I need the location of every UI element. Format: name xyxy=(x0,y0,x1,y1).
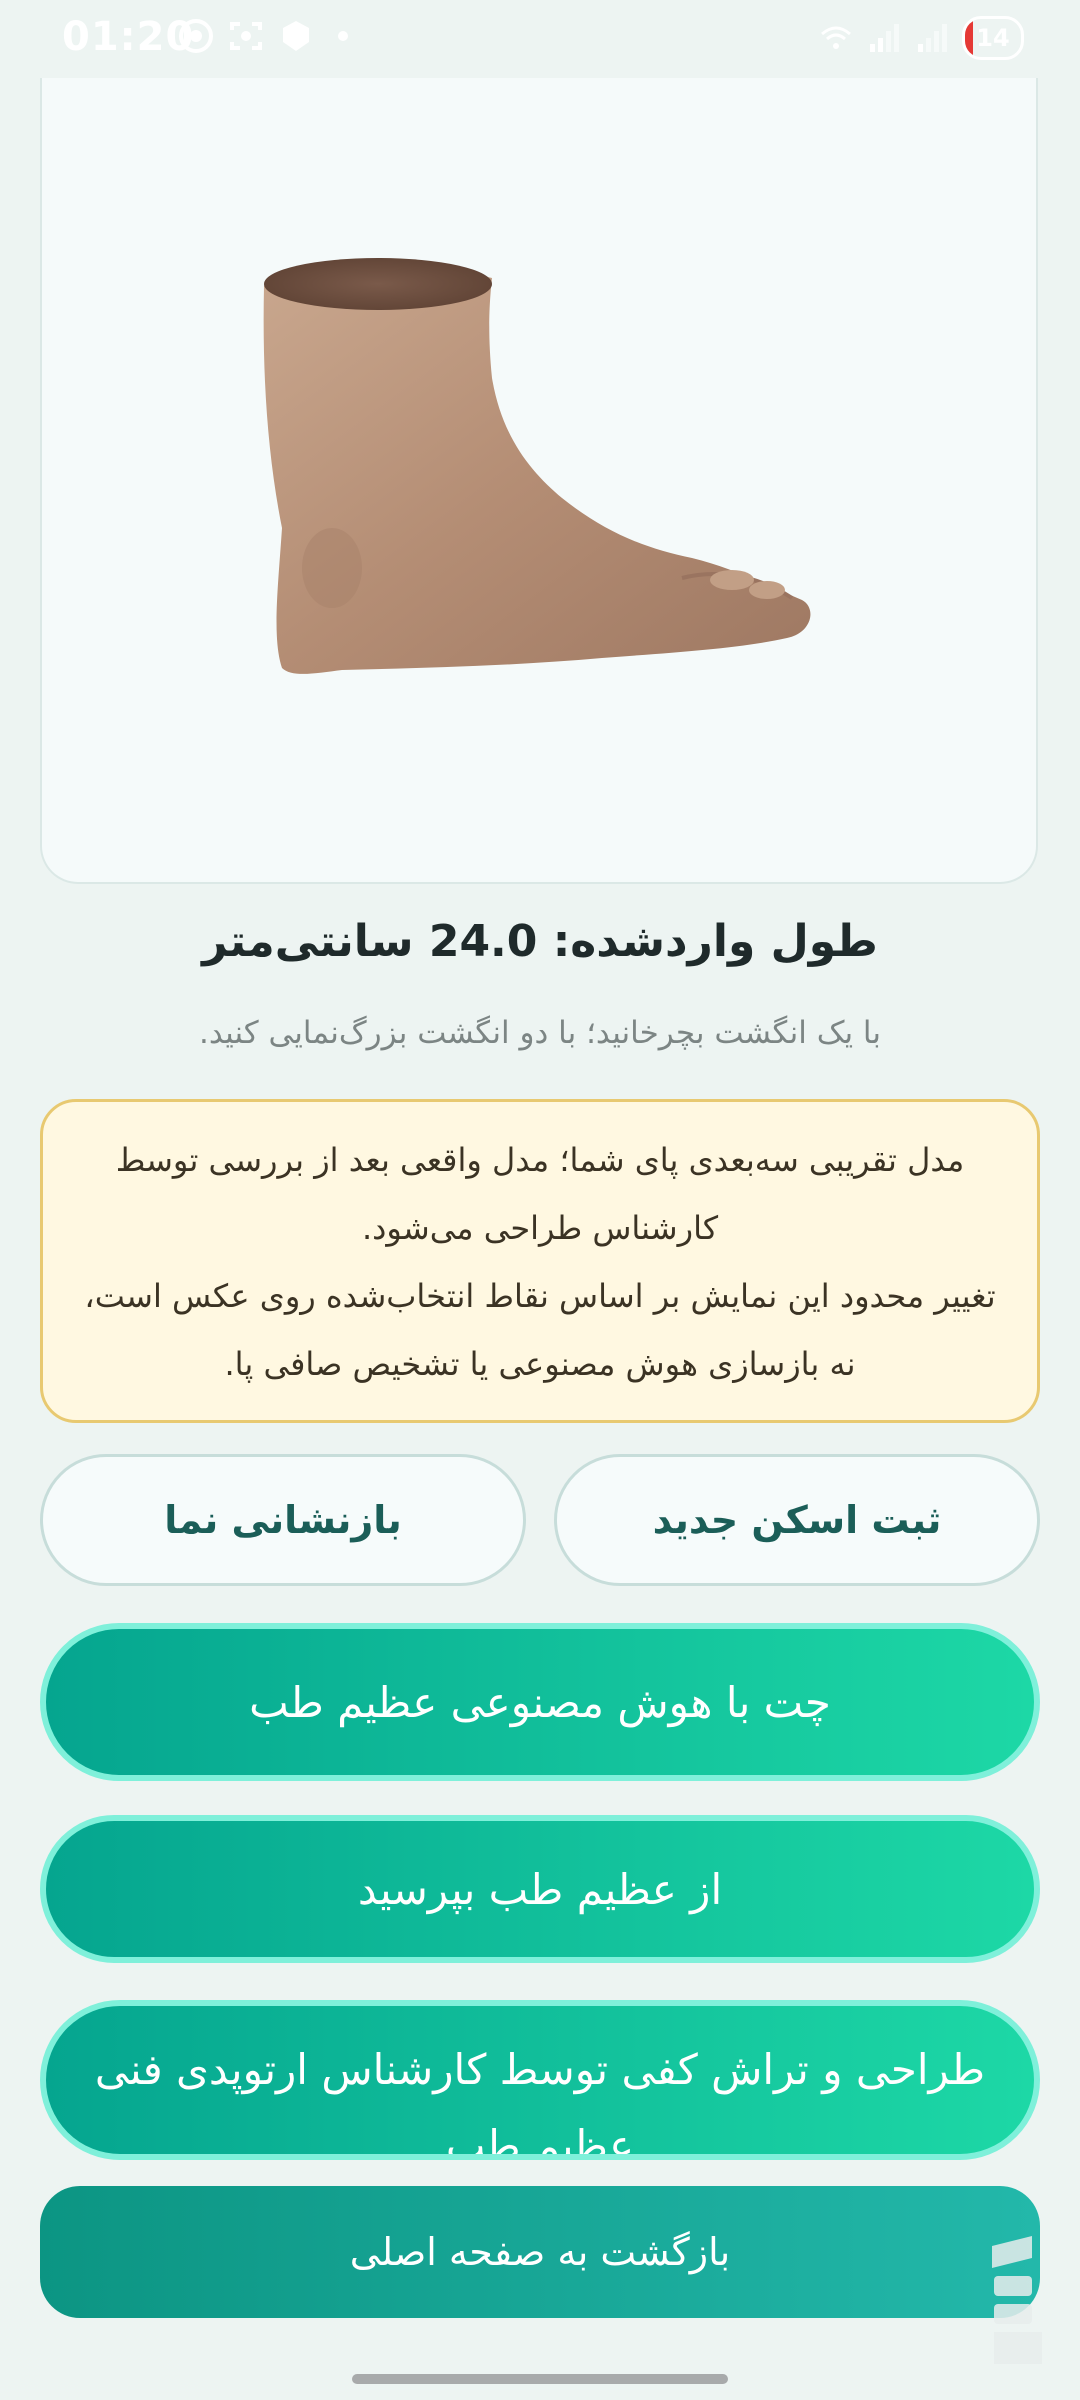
status-time: 01:20 xyxy=(62,14,195,60)
status-bar: 01:20 14 xyxy=(0,0,1080,78)
status-icons-left xyxy=(178,18,348,54)
notification-dot-icon xyxy=(338,31,348,41)
approximation-notice: مدل تقریبی سه‌بعدی پای شما؛ مدل واقعی بع… xyxy=(40,1099,1040,1423)
bazaar-logo-icon xyxy=(992,2236,1042,2364)
screenshot-icon xyxy=(230,22,262,50)
chat-ai-button[interactable]: چت با هوش مصنوعی عظیم طب xyxy=(40,1623,1040,1781)
battery-icon: 14 xyxy=(962,16,1024,60)
signal-icon xyxy=(870,24,899,52)
insole-design-button[interactable]: طراحی و تراش کفی توسط کارشناس ارتوپدی فن… xyxy=(40,2000,1040,2160)
battery-level: 14 xyxy=(976,24,1010,52)
shield-icon xyxy=(283,21,309,51)
notice-line-2: تغییر محدود این نمایش بر اساس نقاط انتخا… xyxy=(84,1277,996,1383)
signal-2-icon xyxy=(918,24,947,52)
rotate-zoom-hint: با یک انگشت بچرخانید؛ با دو انگشت بزرگ‌ن… xyxy=(199,1015,881,1051)
foot-model-viewer[interactable] xyxy=(40,78,1038,884)
entered-length-title: طول واردشده: 24.0 سانتی‌متر xyxy=(202,916,878,967)
status-icons-right: 14 xyxy=(818,16,1024,60)
reset-view-button[interactable]: بازنشانی نما xyxy=(40,1454,526,1586)
ask-azim-teb-button[interactable]: از عظیم طب بپرسید xyxy=(40,1815,1040,1963)
back-to-home-button[interactable]: بازگشت به صفحه اصلی xyxy=(40,2186,1040,2318)
wifi-icon xyxy=(821,26,851,49)
home-indicator[interactable] xyxy=(352,2374,728,2384)
chrome-icon xyxy=(179,19,213,53)
foot-model-icon xyxy=(263,258,811,674)
notice-line-1: مدل تقریبی سه‌بعدی پای شما؛ مدل واقعی بع… xyxy=(115,1141,965,1247)
register-new-scan-button[interactable]: ثبت اسکن جدید xyxy=(554,1454,1040,1586)
